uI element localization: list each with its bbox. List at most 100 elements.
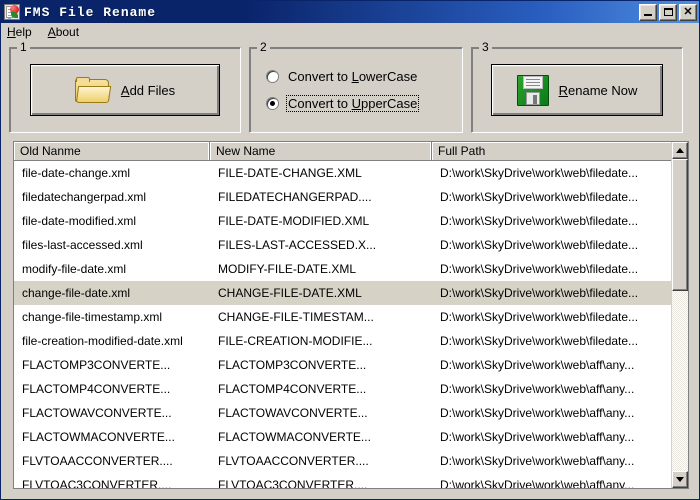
cell-new-name: CHANGE-FILE-TIMESTAM... <box>218 310 374 324</box>
menu-item-about-label: bout <box>55 24 80 39</box>
file-list: Old Nanme New Name Full Path file-date-c… <box>13 141 689 489</box>
table-row[interactable]: change-file-date.xml CHANGE-FILE-DATE.XML… <box>14 281 688 305</box>
cell-full-path: D:\work\SkyDrive\work\web\aff\any... <box>440 358 635 372</box>
cell-old-name: FLACTOMP4CONVERTE... <box>22 382 171 396</box>
action-panel: 1 Add Files 2 Convert to LowerCase Conve… <box>1 41 699 137</box>
cell-old-name: FLACTOWMACONVERTE... <box>22 430 175 444</box>
add-files-button[interactable]: Add Files <box>30 64 220 116</box>
maximize-button[interactable] <box>659 3 677 21</box>
title-bar: FMS File Rename ✕ <box>1 1 699 23</box>
rename-now-accel: R <box>558 82 568 98</box>
table-row[interactable]: filedatechangerpad.xml FILEDATECHANGERPAD… <box>14 185 688 209</box>
table-row[interactable]: FLACTOMP3CONVERTE... FLACTOMP3CONVERTE...… <box>14 353 688 377</box>
table-row[interactable]: file-date-change.xml FILE-DATE-CHANGE.XML… <box>14 161 688 185</box>
rename-now-label: Rename Now <box>558 82 638 98</box>
menu-item-about[interactable]: About <box>47 24 86 40</box>
cell-old-name: file-creation-modified-date.xml <box>22 334 183 348</box>
group-rename: 3 Rename Now <box>471 41 683 133</box>
file-list-header: Old Nanme New Name Full Path <box>14 142 688 161</box>
radio-convert-uppercase[interactable]: Convert to UpperCase <box>266 95 462 112</box>
cell-new-name: FLACTOMP3CONVERTE... <box>218 358 367 372</box>
app-window: FMS File Rename ✕ Help About 1 Add Files <box>0 0 700 500</box>
cell-old-name: FLVTOAC3CONVERTER.... <box>22 478 172 488</box>
scroll-up-arrow-icon[interactable] <box>672 142 688 159</box>
group-2-number: 2 <box>257 41 270 53</box>
table-row[interactable]: FLACTOWAVCONVERTE... FLACTOWAVCONVERTE...… <box>14 401 688 425</box>
cell-full-path: D:\work\SkyDrive\work\web\filedate... <box>440 286 639 300</box>
app-icon <box>4 4 20 20</box>
radio-uppercase-indicator[interactable] <box>266 97 279 110</box>
table-row[interactable]: files-last-accessed.xml FILES-LAST-ACCESS… <box>14 233 688 257</box>
cell-full-path: D:\work\SkyDrive\work\web\filedate... <box>440 214 639 228</box>
cell-full-path: D:\work\SkyDrive\work\web\aff\any... <box>440 406 635 420</box>
close-icon: ✕ <box>683 5 693 18</box>
file-list-rows: file-date-change.xml FILE-DATE-CHANGE.XML… <box>14 161 688 488</box>
menu-item-help[interactable]: Help <box>6 24 39 40</box>
cell-full-path: D:\work\SkyDrive\work\web\filedate... <box>440 166 639 180</box>
cell-new-name: FILEDATECHANGERPAD.... <box>218 190 372 204</box>
close-button[interactable]: ✕ <box>679 3 697 21</box>
group-1-number: 1 <box>17 41 30 53</box>
cell-full-path: D:\work\SkyDrive\work\web\aff\any... <box>440 454 635 468</box>
cell-full-path: D:\work\SkyDrive\work\web\filedate... <box>440 310 639 324</box>
table-row[interactable]: change-file-timestamp.xml CHANGE-FILE-TIM… <box>14 305 688 329</box>
column-header-old-name[interactable]: Old Nanme <box>14 142 210 160</box>
cell-old-name: modify-file-date.xml <box>22 262 127 276</box>
cell-full-path: D:\work\SkyDrive\work\web\filedate... <box>440 238 639 252</box>
cell-new-name: FILES-LAST-ACCESSED.X... <box>218 238 377 252</box>
scrollbar-thumb[interactable] <box>672 159 688 291</box>
minimize-button[interactable] <box>639 3 657 21</box>
cell-old-name: files-last-accessed.xml <box>22 238 143 252</box>
radio-uppercase-label: Convert to UpperCase <box>286 95 420 112</box>
cell-old-name: filedatechangerpad.xml <box>22 190 147 204</box>
cell-old-name: FLVTOAACCONVERTER.... <box>22 454 173 468</box>
column-header-full-path[interactable]: Full Path <box>432 142 688 160</box>
table-row[interactable]: FLACTOMP4CONVERTE... FLACTOMP4CONVERTE...… <box>14 377 688 401</box>
cell-old-name: change-file-timestamp.xml <box>22 310 163 324</box>
window-controls: ✕ <box>639 3 697 21</box>
cell-new-name: FLACTOWMACONVERTE... <box>218 430 371 444</box>
cell-full-path: D:\work\SkyDrive\work\web\aff\any... <box>440 430 635 444</box>
cell-full-path: D:\work\SkyDrive\work\web\filedate... <box>440 262 639 276</box>
radio-lowercase-indicator[interactable] <box>266 70 279 83</box>
cell-old-name: FLACTOWAVCONVERTE... <box>22 406 172 420</box>
cell-new-name: FLACTOWAVCONVERTE... <box>218 406 368 420</box>
add-files-accel: A <box>120 82 130 98</box>
group-case-options: 2 Convert to LowerCase Convert to UpperC… <box>249 41 463 133</box>
vertical-scrollbar[interactable] <box>671 142 688 488</box>
cell-new-name: FILE-DATE-MODIFIED.XML <box>218 214 370 228</box>
radio-convert-lowercase[interactable]: Convert to LowerCase <box>266 68 462 85</box>
menu-item-help-label: elp <box>15 24 32 39</box>
floppy-save-icon <box>516 74 549 106</box>
cell-full-path: D:\work\SkyDrive\work\web\filedate... <box>440 334 639 348</box>
menu-bar: Help About <box>1 23 699 41</box>
cell-full-path: D:\work\SkyDrive\work\web\aff\any... <box>440 382 635 396</box>
cell-old-name: change-file-date.xml <box>22 286 131 300</box>
scrollbar-track[interactable] <box>672 159 688 471</box>
table-row[interactable]: file-creation-modified-date.xml FILE-CREA… <box>14 329 688 353</box>
add-files-label: Add Files <box>120 82 176 98</box>
cell-old-name: file-date-modified.xml <box>22 214 137 228</box>
cell-full-path: D:\work\SkyDrive\work\web\filedate... <box>440 190 639 204</box>
cell-new-name: FLVTOAACCONVERTER.... <box>218 454 369 468</box>
window-title: FMS File Rename <box>24 4 157 20</box>
folder-icon <box>74 76 112 104</box>
cell-new-name: MODIFY-FILE-DATE.XML <box>218 262 357 276</box>
rename-now-button[interactable]: Rename Now <box>491 64 663 116</box>
column-header-new-name[interactable]: New Name <box>210 142 432 160</box>
cell-new-name: FLVTOAC3CONVERTER.... <box>218 478 368 488</box>
cell-new-name: FILE-DATE-CHANGE.XML <box>218 166 362 180</box>
cell-new-name: FLACTOMP4CONVERTE... <box>218 382 367 396</box>
table-row[interactable]: FLVTOAC3CONVERTER.... FLVTOAC3CONVERTER..… <box>14 473 688 488</box>
table-row[interactable]: file-date-modified.xml FILE-DATE-MODIFIED… <box>14 209 688 233</box>
cell-full-path: D:\work\SkyDrive\work\web\aff\any... <box>440 478 635 488</box>
table-row[interactable]: FLVTOAACCONVERTER.... FLVTOAACCONVERTER..… <box>14 449 688 473</box>
group-add-files: 1 Add Files <box>9 41 241 133</box>
table-row[interactable]: modify-file-date.xml MODIFY-FILE-DATE.XML… <box>14 257 688 281</box>
table-row[interactable]: FLACTOWMACONVERTE... FLACTOWMACONVERTE...… <box>14 425 688 449</box>
cell-old-name: FLACTOMP3CONVERTE... <box>22 358 171 372</box>
scroll-down-arrow-icon[interactable] <box>672 471 688 488</box>
group-3-number: 3 <box>479 41 492 53</box>
cell-new-name: FILE-CREATION-MODIFIE... <box>218 334 373 348</box>
cell-new-name: CHANGE-FILE-DATE.XML <box>218 286 362 300</box>
